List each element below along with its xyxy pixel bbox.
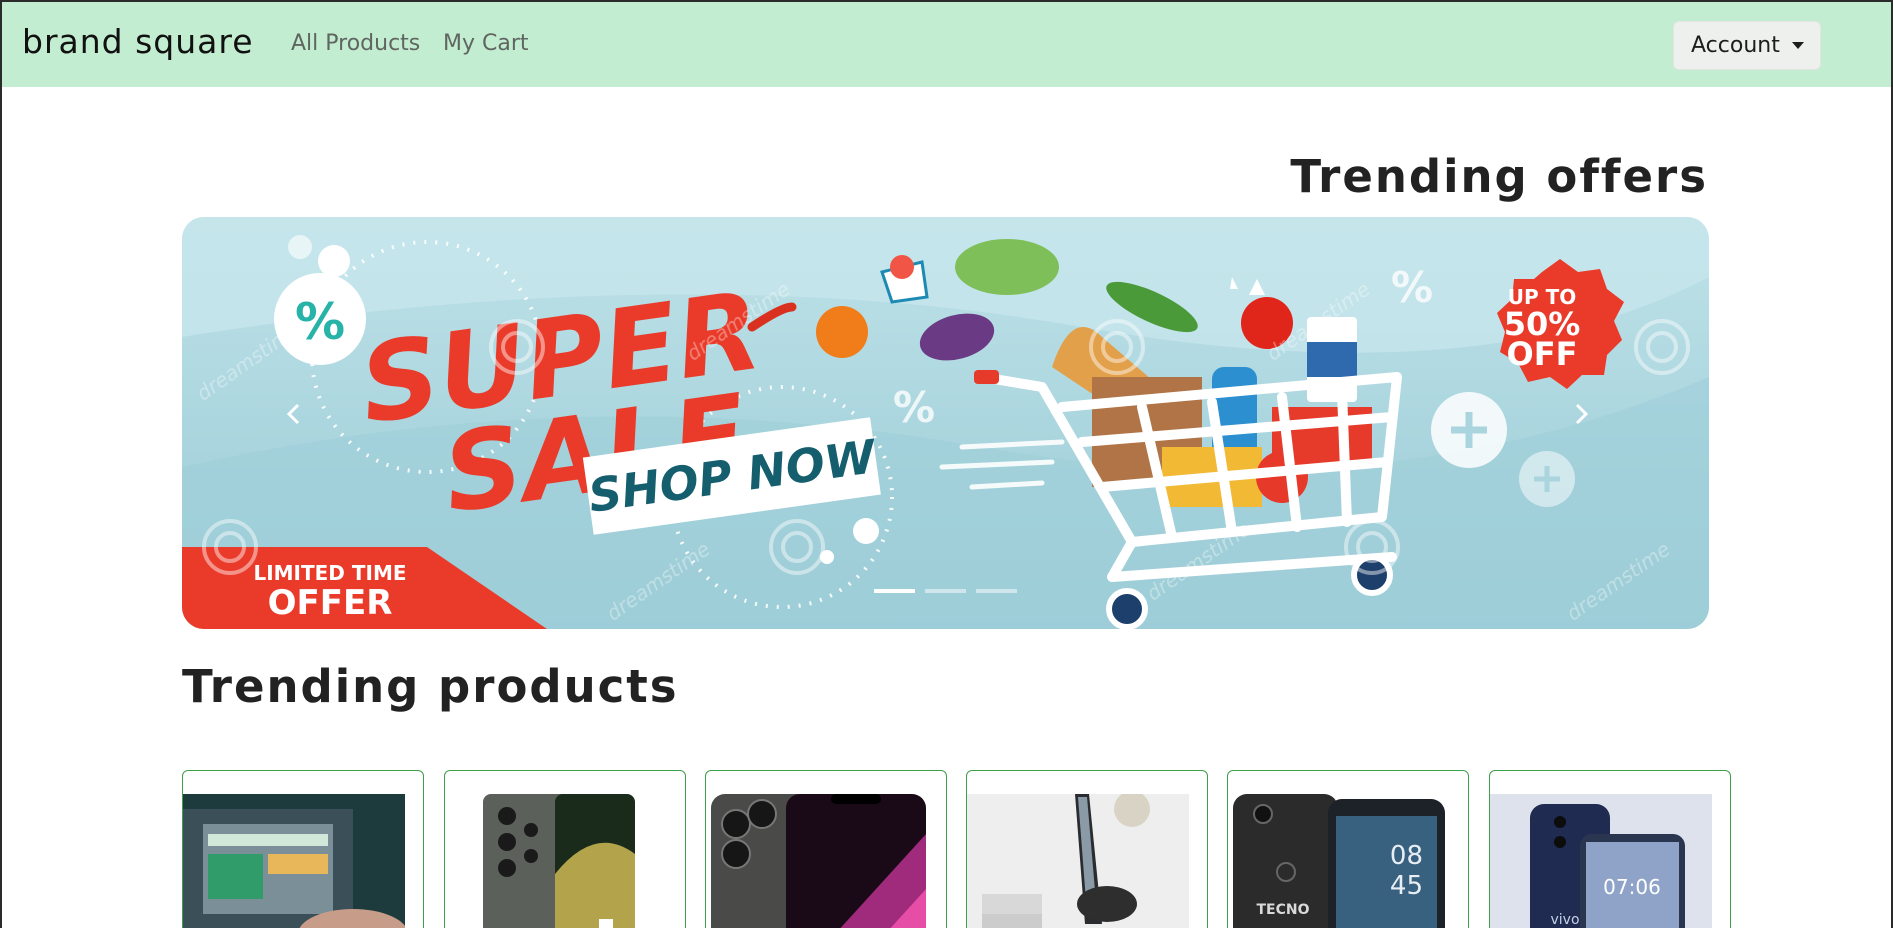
chevron-left-icon xyxy=(286,403,300,425)
carousel-indicators xyxy=(874,589,1017,593)
product-image-iphone[interactable] xyxy=(706,794,928,928)
product-card[interactable] xyxy=(705,770,947,928)
navbar: brand square All Products My Cart Accoun… xyxy=(0,0,1893,87)
product-image-samsung-galaxy[interactable] xyxy=(445,794,667,928)
caret-down-icon xyxy=(1791,42,1804,49)
nav-link-my-cart[interactable]: My Cart xyxy=(443,31,529,56)
tecno-screen-hour: 08 xyxy=(1390,841,1423,871)
carousel-indicator-3[interactable] xyxy=(976,589,1017,593)
nav-link-all-products[interactable]: All Products xyxy=(291,31,420,56)
offers-carousel[interactable]: % % % SUPER SALE SHOP NOW LIMITED TIME O… xyxy=(182,217,1709,629)
product-image-phone-stand[interactable] xyxy=(967,794,1189,928)
chevron-right-icon xyxy=(1575,403,1589,425)
account-label: Account xyxy=(1691,33,1780,58)
carousel-prev-button[interactable] xyxy=(282,402,322,442)
carousel-next-button[interactable] xyxy=(1569,402,1609,442)
product-card[interactable]: TECNO 08 45 xyxy=(1227,770,1469,928)
account-dropdown-button[interactable]: Account xyxy=(1673,21,1821,70)
vivo-brand-label: vivo xyxy=(1550,912,1579,928)
banner-corner-line2: OFFER xyxy=(268,583,393,623)
product-card[interactable] xyxy=(182,770,424,928)
trending-products-heading: Trending products xyxy=(182,660,679,713)
vivo-screen-time: 07:06 xyxy=(1603,875,1661,899)
product-card[interactable] xyxy=(444,770,686,928)
percent-symbol-top-right: % xyxy=(1391,263,1433,312)
trending-offers-heading: Trending offers xyxy=(1290,150,1708,203)
tecno-screen-minute: 45 xyxy=(1390,871,1423,901)
badge-line3: OFF xyxy=(1507,335,1578,373)
tecno-brand-label: TECNO xyxy=(1256,902,1309,918)
carousel-indicator-1[interactable] xyxy=(874,589,915,593)
product-card[interactable]: vivo 07:06 xyxy=(1489,770,1731,928)
super-sale-banner-image: % % % SUPER SALE SHOP NOW LIMITED TIME O… xyxy=(182,217,1709,629)
carousel-indicator-2[interactable] xyxy=(925,589,966,593)
percent-bubble-text: % xyxy=(295,293,345,351)
product-image-laptop[interactable] xyxy=(183,794,405,928)
banner-corner-line1: LIMITED TIME xyxy=(253,561,406,585)
product-image-tecno-phone[interactable]: TECNO 08 45 xyxy=(1228,794,1450,928)
percent-symbol-small: % xyxy=(893,383,935,432)
brand-logo[interactable]: brand square xyxy=(22,22,254,61)
product-card[interactable] xyxy=(966,770,1208,928)
product-image-vivo-phone[interactable]: vivo 07:06 xyxy=(1490,794,1712,928)
